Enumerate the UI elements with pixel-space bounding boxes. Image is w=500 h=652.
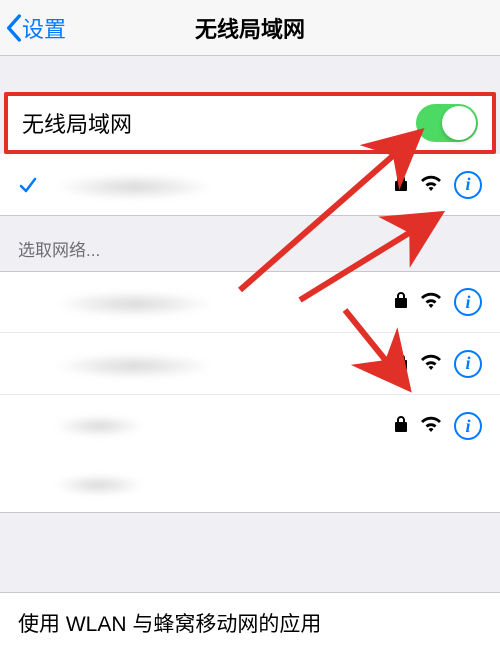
- wifi-toggle-cell[interactable]: 无线局域网: [4, 92, 496, 154]
- network-row[interactable]: i: [0, 271, 500, 333]
- lock-icon: [394, 289, 408, 315]
- wifi-toggle-switch[interactable]: [416, 104, 478, 142]
- network-row[interactable]: i: [0, 395, 500, 457]
- wifi-icon: [420, 413, 442, 439]
- lock-icon: [394, 172, 408, 198]
- connected-network-name: [54, 174, 394, 196]
- info-icon[interactable]: i: [454, 350, 482, 378]
- network-list: i i i: [0, 271, 500, 513]
- network-name: [54, 353, 394, 375]
- network-name: [54, 291, 394, 313]
- wifi-icon: [420, 172, 442, 198]
- navbar: 设置 无线局域网: [0, 0, 500, 56]
- info-icon[interactable]: i: [454, 171, 482, 199]
- lock-icon: [394, 413, 408, 439]
- network-row-partial[interactable]: [0, 457, 500, 513]
- wifi-icon: [420, 351, 442, 377]
- checkmark-icon: [18, 175, 54, 195]
- info-icon[interactable]: i: [454, 412, 482, 440]
- lock-icon: [394, 351, 408, 377]
- network-name: [54, 474, 144, 496]
- wlan-apps-label: 使用 WLAN 与蜂窝移动网的应用: [18, 608, 321, 638]
- info-icon[interactable]: i: [454, 288, 482, 316]
- connected-network-cell[interactable]: i: [0, 154, 500, 216]
- page-title: 无线局域网: [0, 12, 500, 44]
- wifi-icon: [420, 289, 442, 315]
- wlan-apps-cell[interactable]: 使用 WLAN 与蜂窝移动网的应用: [0, 592, 500, 652]
- choose-network-header: 选取网络...: [0, 216, 500, 271]
- network-row[interactable]: i: [0, 333, 500, 395]
- back-label: 设置: [22, 12, 66, 44]
- wifi-toggle-label: 无线局域网: [22, 107, 132, 139]
- back-button[interactable]: 设置: [0, 12, 66, 44]
- network-name: [54, 415, 394, 437]
- chevron-left-icon: [6, 14, 22, 42]
